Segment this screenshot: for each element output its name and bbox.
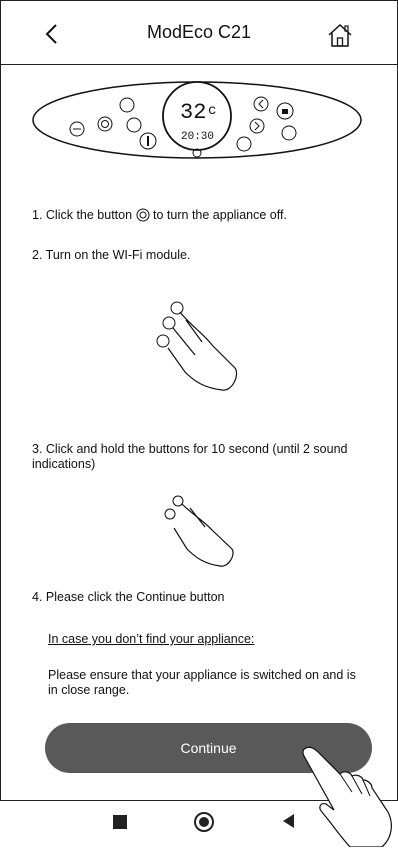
step-4: 4. Please click the Continue button	[32, 590, 225, 604]
step-1-text-start: 1. Click the button	[32, 208, 133, 222]
help-heading: In case you don’t find your appliance:	[48, 632, 255, 646]
hand-press-illustration	[156, 301, 238, 391]
square-icon[interactable]	[113, 815, 127, 829]
remote-control-illustration: 32 c 20:30	[32, 81, 362, 159]
home-icon[interactable]	[326, 22, 354, 48]
step-1-text-end: to turn the appliance off.	[153, 208, 287, 222]
display-time: 20:30	[181, 131, 214, 143]
tap-hand-cursor-icon	[302, 746, 392, 847]
display-temp: 32	[180, 100, 206, 125]
step-2: 2. Turn on the WI-Fi module.	[32, 248, 191, 262]
power-icon	[136, 208, 150, 222]
step-3: 3. Click and hold the buttons for 10 sec…	[32, 442, 348, 471]
circle-icon[interactable]	[194, 812, 214, 832]
hand-hold-illustration	[164, 495, 234, 567]
triangle-back-icon[interactable]	[283, 814, 294, 828]
help-body: Please ensure that your appliance is swi…	[48, 668, 356, 697]
step-1: 1. Click the button to turn the applianc…	[32, 208, 372, 223]
display-unit: c	[208, 103, 216, 119]
app-header: ModEco C21	[0, 0, 398, 65]
